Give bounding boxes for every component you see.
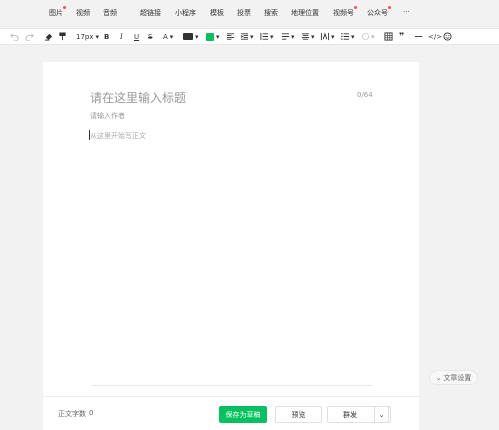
indent-icon bbox=[240, 33, 249, 40]
editor-card: 请在这里输入标题 0/64 请输入作者 从这里开始写正文 bbox=[43, 62, 419, 430]
letter-spacing-button[interactable]: ▾ bbox=[301, 32, 315, 42]
bold-button[interactable]: B bbox=[104, 32, 109, 42]
word-count-label: 正文字数 bbox=[58, 410, 86, 418]
highlight-icon bbox=[183, 33, 193, 40]
preview-button[interactable]: 预览 bbox=[275, 406, 322, 423]
insert-video[interactable]: 视频 bbox=[76, 8, 90, 18]
divider-icon[interactable] bbox=[414, 32, 423, 42]
insert-mini-program[interactable]: 小程序 bbox=[175, 8, 196, 18]
background-color-button[interactable]: ▾ bbox=[206, 32, 220, 42]
disabled-format-icon bbox=[361, 32, 370, 41]
chevron-down-icon: ⌄ bbox=[435, 373, 442, 382]
format-toolbar: 17px ▾ B I U S A ▾ ▾ ▾ ▾ ▾ ▾ ▾ ▾ ▾ ▾ ❞ </> bbox=[0, 28, 499, 45]
indent-button[interactable]: ▾ bbox=[240, 32, 254, 42]
emoji-icon[interactable] bbox=[443, 32, 452, 42]
body-editor[interactable]: 从这里开始写正文 bbox=[90, 131, 146, 141]
italic-button[interactable]: I bbox=[120, 32, 123, 42]
caret-down-icon: ▾ bbox=[250, 33, 254, 41]
caret-down-icon: ▾ bbox=[195, 33, 199, 41]
letter-spacing-icon bbox=[301, 33, 310, 40]
title-char-count: 0/64 bbox=[357, 91, 373, 99]
insert-audio[interactable]: 音频 bbox=[103, 8, 117, 18]
article-settings-label: 文章设置 bbox=[443, 373, 472, 382]
insert-hyperlink[interactable]: 超链接 bbox=[140, 8, 161, 18]
article-settings-button[interactable]: ⌄ 文章设置 bbox=[429, 370, 478, 385]
text-direction-icon bbox=[320, 32, 330, 41]
publish-label: 群发 bbox=[343, 410, 357, 419]
undo-icon[interactable] bbox=[10, 32, 19, 42]
insert-official-account[interactable]: 公众号 bbox=[367, 6, 391, 18]
highlight-button[interactable]: ▾ bbox=[183, 32, 199, 42]
chevron-down-icon: ⌄ bbox=[378, 410, 385, 419]
caret-down-icon: ▾ bbox=[270, 33, 274, 41]
publish-options-button[interactable]: ⌄ bbox=[374, 406, 389, 423]
line-height-icon bbox=[260, 32, 269, 41]
insert-channels-label: 视频号 bbox=[333, 9, 354, 17]
insert-location[interactable]: 地理位置 bbox=[291, 8, 319, 18]
word-count-value: 0 bbox=[89, 409, 94, 417]
insert-template[interactable]: 模板 bbox=[210, 8, 224, 18]
font-color-label: A bbox=[163, 33, 168, 41]
insert-image[interactable]: 图片 bbox=[49, 6, 66, 18]
bg-color-icon bbox=[206, 33, 214, 41]
caret-down-icon: ▾ bbox=[169, 33, 174, 41]
save-draft-button[interactable]: 保存为草稿 bbox=[219, 406, 267, 423]
redo-icon[interactable] bbox=[25, 32, 34, 42]
new-dot bbox=[63, 6, 66, 9]
caret-down-icon: ▾ bbox=[311, 33, 315, 41]
new-dot bbox=[354, 6, 357, 9]
author-input[interactable]: 请输入作者 bbox=[90, 111, 125, 121]
text-direction-button[interactable]: ▾ bbox=[320, 32, 335, 42]
paragraph-spacing-icon bbox=[281, 33, 290, 40]
clear-format-icon[interactable] bbox=[44, 32, 53, 42]
font-color-button[interactable]: A ▾ bbox=[163, 32, 173, 42]
new-dot bbox=[388, 6, 391, 9]
insert-search[interactable]: 搜索 bbox=[264, 8, 278, 18]
insert-official-account-label: 公众号 bbox=[367, 9, 388, 17]
caret-down-icon: ▾ bbox=[95, 33, 100, 41]
line-height-button[interactable]: ▾ bbox=[260, 32, 274, 42]
font-size-select[interactable]: 17px ▾ bbox=[76, 32, 99, 42]
insert-more[interactable]: ··· bbox=[403, 8, 410, 16]
underline-button[interactable]: U bbox=[134, 32, 139, 42]
insert-image-label: 图片 bbox=[49, 9, 63, 17]
caret-down-icon: ▾ bbox=[351, 33, 355, 41]
strikethrough-button[interactable]: S bbox=[148, 32, 152, 42]
footer-bar: 正文字数 0 保存为草稿 预览 群发 ⌄ bbox=[43, 396, 419, 430]
align-left-icon[interactable] bbox=[226, 32, 235, 42]
title-input[interactable]: 请在这里输入标题 bbox=[90, 89, 186, 106]
paragraph-spacing-button[interactable]: ▾ bbox=[281, 32, 295, 42]
font-size-value: 17px bbox=[76, 33, 94, 41]
caret-down-icon: ▾ bbox=[216, 33, 220, 41]
format-painter-icon[interactable] bbox=[58, 32, 67, 42]
divider-line bbox=[92, 385, 372, 386]
insert-menu: 图片 视频 音频 超链接 小程序 模板 投票 搜索 地理位置 视频号 公众号 ·… bbox=[42, 2, 418, 22]
bullet-list-icon bbox=[341, 33, 350, 40]
caret-down-icon: ▾ bbox=[291, 33, 295, 41]
caret-down-icon: ▾ bbox=[371, 33, 375, 41]
table-icon[interactable] bbox=[384, 32, 393, 42]
quote-icon[interactable]: ❞ bbox=[399, 32, 404, 42]
emoji-format-button[interactable]: ▾ bbox=[361, 32, 375, 42]
list-button[interactable]: ▾ bbox=[341, 32, 355, 42]
code-icon[interactable]: </> bbox=[428, 32, 442, 42]
insert-vote[interactable]: 投票 bbox=[237, 8, 251, 18]
caret-down-icon: ▾ bbox=[331, 33, 335, 41]
insert-channels[interactable]: 视频号 bbox=[333, 6, 357, 18]
